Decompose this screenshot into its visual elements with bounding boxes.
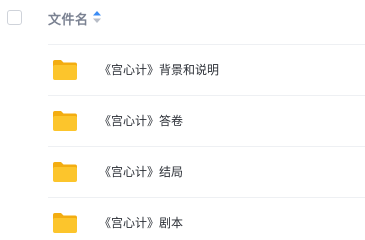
file-row[interactable]: 《宫心计》结局 — [48, 146, 365, 198]
file-name[interactable]: 《宫心计》剧本 — [99, 214, 183, 231]
file-row[interactable]: 《宫心计》背景和说明 — [48, 44, 365, 96]
select-all-checkbox[interactable] — [7, 10, 22, 25]
folder-icon — [53, 162, 77, 182]
sort-icon[interactable] — [92, 10, 102, 24]
folder-icon — [53, 111, 77, 131]
file-row[interactable]: 《宫心计》剧本 — [48, 197, 365, 240]
folder-icon — [53, 60, 77, 80]
file-list-header: 文件名 — [0, 0, 365, 38]
file-row[interactable]: 《宫心计》答卷 — [48, 95, 365, 147]
file-list: 文件名 《宫心计》背景和说明 《宫心计》答卷 《宫心计》结局 《宫心计》剧本 — [0, 0, 365, 238]
file-name[interactable]: 《宫心计》答卷 — [99, 112, 183, 129]
column-title-filename[interactable]: 文件名 — [48, 9, 89, 28]
file-name[interactable]: 《宫心计》结局 — [99, 163, 183, 180]
folder-icon — [53, 213, 77, 233]
file-name[interactable]: 《宫心计》背景和说明 — [99, 61, 219, 78]
